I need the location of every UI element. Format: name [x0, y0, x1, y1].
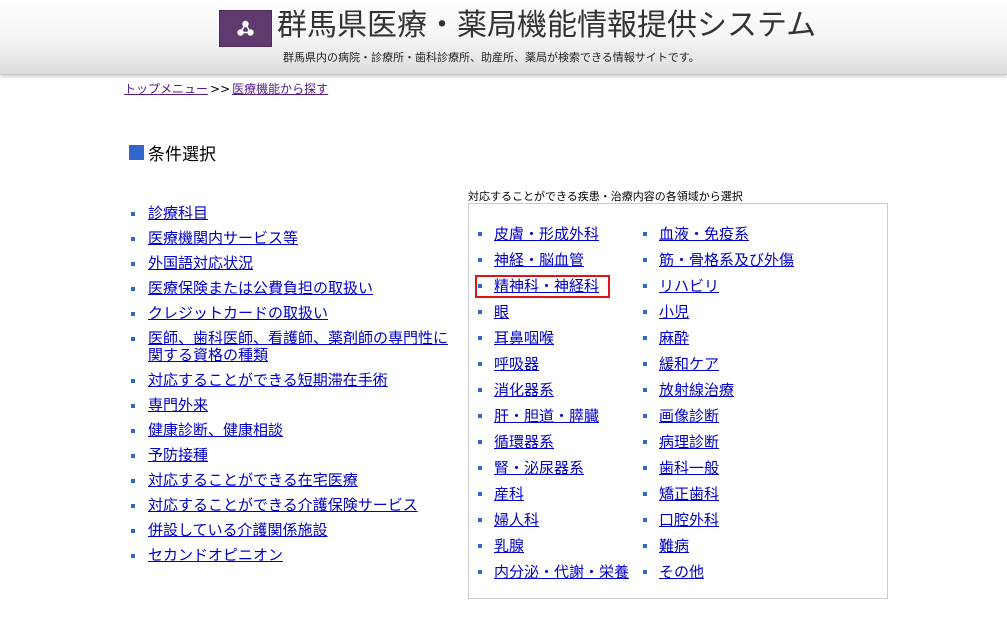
list-item: 対応することができる在宅医療: [131, 472, 451, 489]
list-item: 血液・免疫系: [643, 223, 794, 249]
condition-link-insurance[interactable]: 医療保険または公費負担の取扱い: [148, 279, 373, 297]
condition-link-health-checkup[interactable]: 健康診断、健康相談: [148, 421, 283, 439]
disease-link-musculoskeletal[interactable]: 筋・骨格系及び外傷: [659, 251, 794, 269]
list-item: 併設している介護関係施設: [131, 522, 451, 539]
disease-link-palliative-care[interactable]: 緩和ケア: [659, 355, 719, 373]
disease-link-other[interactable]: その他: [659, 563, 704, 581]
list-item: 矯正歯科: [643, 483, 794, 509]
disease-column-1: 皮膚・形成外科 神経・脳血管 精神科・神経科 眼 耳鼻咽喉 呼吸器 消化器系 肝…: [478, 223, 629, 587]
site-title: 群馬県医療・薬局機能情報提供システム: [277, 8, 817, 43]
condition-link-home-care[interactable]: 対応することができる在宅医療: [148, 471, 358, 489]
breadcrumb-separator: >>: [210, 82, 231, 96]
list-item: 循環器系: [478, 431, 629, 457]
breadcrumb: トップメニュー >> 医療機能から探す: [124, 80, 328, 97]
condition-link-vaccination[interactable]: 予防接種: [148, 446, 208, 464]
disease-link-neurology[interactable]: 神経・脳血管: [494, 251, 584, 269]
section-title-text: 条件選択: [148, 145, 216, 165]
condition-link-credit-card[interactable]: クレジットカードの取扱い: [148, 304, 328, 322]
prefecture-logo-icon: [219, 10, 272, 47]
disease-link-pediatrics[interactable]: 小児: [659, 303, 689, 321]
disease-link-obstetrics[interactable]: 産科: [494, 485, 524, 503]
disease-link-kidney[interactable]: 腎・泌尿器系: [494, 459, 584, 477]
list-item: リハビリ: [643, 275, 794, 301]
site-subtitle: 群馬県内の病院・診療所・歯科診療所、助産所、薬局が検索できる情報サイトです。: [283, 51, 700, 64]
list-item: 筋・骨格系及び外傷: [643, 249, 794, 275]
list-item: 産科: [478, 483, 629, 509]
list-item: 病理診断: [643, 431, 794, 457]
disease-link-digestive[interactable]: 消化器系: [494, 381, 554, 399]
disease-link-ent[interactable]: 耳鼻咽喉: [494, 329, 554, 347]
disease-link-eye[interactable]: 眼: [494, 303, 509, 321]
disease-link-respiratory[interactable]: 呼吸器: [494, 355, 539, 373]
list-item: 眼: [478, 301, 629, 327]
disease-link-intractable-disease[interactable]: 難病: [659, 537, 689, 555]
disease-link-rehabilitation[interactable]: リハビリ: [659, 277, 719, 295]
disease-link-circulatory[interactable]: 循環器系: [494, 433, 554, 451]
list-item: 放射線治療: [643, 379, 794, 405]
list-item: その他: [643, 561, 794, 587]
list-item: クレジットカードの取扱い: [131, 305, 451, 322]
disease-link-blood[interactable]: 血液・免疫系: [659, 225, 749, 243]
list-item: 精神科・神経科: [478, 275, 629, 301]
section-title: 条件選択: [129, 140, 216, 165]
list-item: 緩和ケア: [643, 353, 794, 379]
disease-link-gynecology[interactable]: 婦人科: [494, 511, 539, 529]
list-item: 耳鼻咽喉: [478, 327, 629, 353]
condition-link-foreign-language[interactable]: 外国語対応状況: [148, 254, 253, 272]
list-item: 消化器系: [478, 379, 629, 405]
breadcrumb-top-menu[interactable]: トップメニュー: [124, 82, 208, 96]
list-item: 難病: [643, 535, 794, 561]
list-item: 診療科目: [131, 205, 451, 222]
disease-link-liver[interactable]: 肝・胆道・膵臓: [494, 407, 599, 425]
panel-caption: 対応することができる疾患・治療内容の各領域から選択: [468, 190, 743, 203]
list-item: 医師、歯科医師、看護師、薬剤師の専門性に関する資格の種類: [131, 330, 451, 364]
disease-link-orthodontics[interactable]: 矯正歯科: [659, 485, 719, 503]
list-item: 対応することができる介護保険サービス: [131, 497, 451, 514]
breadcrumb-medical-function[interactable]: 医療機能から探す: [232, 82, 328, 96]
disease-column-2: 血液・免疫系 筋・骨格系及び外傷 リハビリ 小児 麻酔 緩和ケア 放射線治療 画…: [643, 223, 794, 587]
condition-link-short-stay-surgery[interactable]: 対応することができる短期滞在手術: [148, 371, 388, 389]
list-item: 画像診断: [643, 405, 794, 431]
condition-link-second-opinion[interactable]: セカンドオピニオン: [148, 546, 283, 564]
condition-link-specialty-outpatient[interactable]: 専門外来: [148, 396, 208, 414]
disease-link-dermatology[interactable]: 皮膚・形成外科: [494, 225, 599, 243]
list-item: 神経・脳血管: [478, 249, 629, 275]
disease-link-endocrine[interactable]: 内分泌・代謝・栄養: [494, 563, 629, 581]
list-item: 外国語対応状況: [131, 255, 451, 272]
list-item: 呼吸器: [478, 353, 629, 379]
list-item: 麻酔: [643, 327, 794, 353]
list-item: 専門外来: [131, 397, 451, 414]
list-item: 肝・胆道・膵臓: [478, 405, 629, 431]
condition-link-nursing-insurance[interactable]: 対応することができる介護保険サービス: [148, 496, 418, 514]
condition-link-facility-services[interactable]: 医療機関内サービス等: [148, 229, 298, 247]
condition-link-clinical-departments[interactable]: 診療科目: [148, 204, 208, 222]
disease-link-oral-surgery[interactable]: 口腔外科: [659, 511, 719, 529]
condition-link-nursing-facility[interactable]: 併設している介護関係施設: [148, 521, 328, 539]
list-item: 小児: [643, 301, 794, 327]
list-item: 医療機関内サービス等: [131, 230, 451, 247]
disease-link-anesthesia[interactable]: 麻酔: [659, 329, 689, 347]
list-item: 健康診断、健康相談: [131, 422, 451, 439]
list-item: 歯科一般: [643, 457, 794, 483]
list-item: 対応することができる短期滞在手術: [131, 372, 451, 389]
list-item: 婦人科: [478, 509, 629, 535]
list-item: 皮膚・形成外科: [478, 223, 629, 249]
disease-link-psychiatry[interactable]: 精神科・神経科: [494, 277, 599, 295]
disease-link-breast[interactable]: 乳腺: [494, 537, 524, 555]
site-header: 群馬県医療・薬局機能情報提供システム 群馬県内の病院・診療所・歯科診療所、助産所…: [0, 0, 1007, 75]
list-item: セカンドオピニオン: [131, 547, 451, 564]
disease-link-pathology[interactable]: 病理診断: [659, 433, 719, 451]
condition-link-qualifications[interactable]: 医師、歯科医師、看護師、薬剤師の専門性に関する資格の種類: [148, 329, 448, 364]
list-item: 腎・泌尿器系: [478, 457, 629, 483]
list-item: 口腔外科: [643, 509, 794, 535]
list-item: 医療保険または公費負担の取扱い: [131, 280, 451, 297]
disease-link-radiation-therapy[interactable]: 放射線治療: [659, 381, 734, 399]
list-item: 予防接種: [131, 447, 451, 464]
list-item: 乳腺: [478, 535, 629, 561]
disease-link-imaging[interactable]: 画像診断: [659, 407, 719, 425]
list-item: 内分泌・代謝・栄養: [478, 561, 629, 587]
disease-link-general-dentistry[interactable]: 歯科一般: [659, 459, 719, 477]
condition-list: 診療科目 医療機関内サービス等 外国語対応状況 医療保険または公費負担の取扱い …: [131, 205, 451, 572]
section-square-icon: [129, 145, 144, 160]
